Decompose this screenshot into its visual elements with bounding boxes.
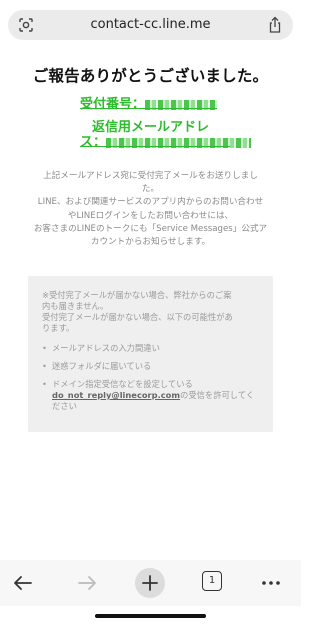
address-bar[interactable]: contact-cc.line.me	[8, 10, 293, 40]
notice-line: ります。	[42, 323, 75, 333]
bullet-dot: •	[42, 379, 47, 389]
reply-email-row: ス：	[80, 131, 252, 150]
description-line: やLINEログインをしたお問い合わせには、	[67, 210, 234, 221]
description-line: カウントからお知らせします。	[90, 237, 211, 248]
bullet-item: ドメイン指定受信などを設定している	[52, 379, 193, 389]
notice-line: 内も届きません。	[42, 301, 109, 311]
notice-line: 受付完了メールが届かない場合、以下の可能性があ	[42, 312, 233, 322]
description-line: LINE、および関連サービスのアプリ内からのお問い合わせ	[37, 197, 264, 208]
back-arrow-icon[interactable]	[10, 570, 36, 596]
page: contact-cc.line.me ご報告ありがとうございました。 受付番号：…	[0, 0, 301, 625]
description-line: た。	[141, 184, 160, 195]
description-text: 上記メールアドレス宛に受付完了メールをお送りしまし た。 LINE、および関連サ…	[22, 170, 279, 249]
notice-box: ※受付完了メールが届かない場合、弊社からのご案 内も届きません。 受付完了メール…	[28, 276, 273, 432]
bullet-item: 迷惑フォルダに届いている	[52, 361, 152, 371]
receipt-number-label: 受付番号：	[80, 97, 146, 112]
description-line: お客さまのLINEのトークにも「Service Messages」公式ア	[33, 223, 268, 234]
forward-arrow-icon[interactable]	[74, 570, 100, 596]
bullet-item-last: ださい	[52, 401, 77, 411]
receipt-underline	[80, 108, 217, 109]
new-tab-plus-icon[interactable]	[134, 567, 166, 599]
page-title: ご報告ありがとうございました。	[32, 67, 269, 85]
bullet-item-cont: do_not_reply@linecorp.comの受信を許可してく	[52, 390, 254, 401]
browser-toolbar: 1	[0, 560, 301, 606]
bullet-dot: •	[42, 361, 47, 371]
notice-line: ※受付完了メールが届かない場合、弊社からのご案	[42, 290, 232, 300]
bullet-item: メールアドレスの入力間違い	[52, 343, 160, 353]
bullet-dot: •	[42, 343, 47, 353]
reply-underline	[80, 146, 230, 147]
receipt-number-row: 受付番号：	[80, 93, 218, 112]
url-text[interactable]: contact-cc.line.me	[8, 17, 293, 32]
tabs-icon[interactable]: 1	[202, 571, 222, 591]
do-not-reply-email-link[interactable]: do_not_reply@linecorp.com	[52, 390, 180, 400]
share-icon[interactable]	[267, 16, 283, 34]
bullet-item-cont-text: の受信を許可してく	[180, 390, 255, 400]
home-indicator	[95, 614, 206, 618]
reply-email-label-cont: ス：	[80, 135, 107, 150]
more-icon[interactable]	[258, 570, 284, 596]
description-line: 上記メールアドレス宛に受付完了メールをお送りしまし	[43, 171, 258, 181]
